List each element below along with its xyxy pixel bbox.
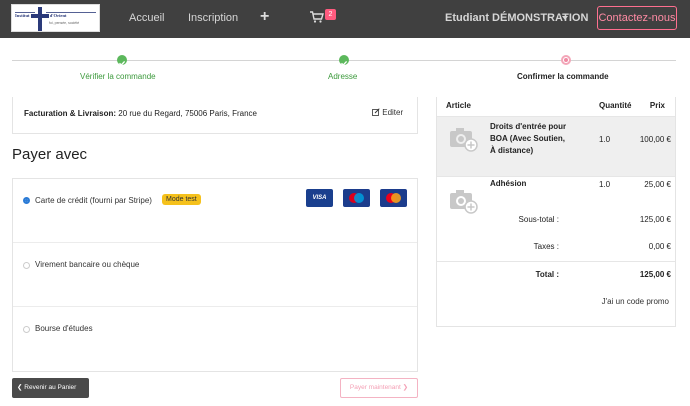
payment-option-scholarship[interactable]: Bourse d'études [13, 307, 417, 371]
test-mode-badge: Mode test [162, 194, 201, 205]
edit-icon [372, 108, 380, 116]
chevron-left-icon: ❮ [17, 384, 23, 391]
subtotal-label: Sous-total : [518, 215, 559, 224]
maestro-card-icon [343, 189, 370, 207]
item-quantity: 1.0 [599, 135, 611, 144]
header-quantity: Quantité [599, 101, 632, 110]
edit-address-link[interactable]: Editer [372, 108, 403, 117]
chevron-right-icon: ❯ [402, 384, 409, 391]
visa-card-icon: VISA [306, 189, 333, 207]
payment-option-label: Bourse d'études [35, 324, 93, 333]
total-divider [437, 261, 675, 262]
contact-button[interactable]: Contactez-nous [597, 6, 677, 30]
item-quantity: 1.0 [599, 180, 611, 189]
step-label-address[interactable]: Adresse [328, 72, 357, 81]
logo-subtitle: foi, pensée, société [49, 21, 80, 25]
site-logo[interactable]: Institut chrétiens d'Orient foi, pensée,… [11, 4, 100, 32]
billing-label: Facturation & Livraison: [24, 109, 117, 118]
radio-card[interactable] [23, 197, 30, 204]
top-navbar: Institut chrétiens d'Orient foi, pensée,… [0, 0, 690, 38]
nav-link-accueil[interactable]: Accueil [129, 12, 164, 24]
promo-code-link[interactable]: J'ai un code promo [602, 297, 669, 306]
taxes-label: Taxes : [533, 242, 559, 251]
pay-label: Payer maintenant [349, 384, 401, 391]
billing-address-box: Facturation & Livraison: 20 rue du Regar… [12, 97, 418, 134]
cart-count-badge: 2 [325, 9, 336, 20]
payment-option-label: Carte de crédit (fourni par Stripe) [35, 196, 152, 205]
edit-label: Editer [382, 108, 404, 117]
logo-title: Institut chrétiens d'Orient [15, 13, 67, 18]
total-label: Total : [535, 270, 559, 279]
billing-address: Facturation & Livraison: 20 rue du Regar… [24, 109, 257, 118]
order-summary: Article Quantité Prix Droits d'entrée po… [436, 97, 676, 327]
item-name: Droits d'entrée pour BOA (Avec Soutien, … [490, 122, 567, 155]
cart-icon[interactable] [310, 11, 324, 23]
logo-cross-icon [15, 7, 96, 31]
image-placeholder-icon [450, 128, 478, 152]
payment-option-label: Virement bancaire ou chèque [35, 260, 140, 269]
back-to-cart-button[interactable]: ❮ Revenir au Panier [12, 378, 89, 398]
payment-title: Payer avec [12, 146, 88, 163]
header-article: Article [446, 101, 471, 110]
taxes-value: 0,00 € [648, 242, 671, 251]
table-row: Droits d'entrée pour BOA (Avec Soutien, … [437, 116, 675, 176]
item-price: 100,00 € [639, 135, 671, 144]
radio-transfer[interactable] [23, 262, 30, 269]
step-done-check-icon [117, 55, 127, 66]
pay-now-button[interactable]: Payer maintenant ❯ [340, 378, 418, 398]
step-label-verify[interactable]: Vérifier la commande [80, 72, 156, 81]
step-label-confirm: Confirmer la commande [517, 72, 609, 81]
item-price: 25,00 € [644, 180, 671, 189]
header-price: Prix [649, 101, 665, 110]
image-placeholder-icon [450, 190, 478, 214]
nav-link-inscription[interactable]: Inscription [188, 12, 238, 24]
plus-icon[interactable]: + [260, 8, 269, 26]
payment-options: Carte de crédit (fourni par Stripe) Mode… [12, 178, 418, 372]
billing-address-value: 20 rue du Regard, 75006 Paris, France [116, 109, 257, 118]
chevron-down-icon[interactable] [562, 16, 568, 20]
total-value: 125,00 € [639, 270, 671, 279]
radio-scholarship[interactable] [23, 326, 30, 333]
mastercard-icon [380, 189, 407, 207]
subtotal-value: 125,00 € [639, 215, 671, 224]
payment-option-transfer[interactable]: Virement bancaire ou chèque [13, 243, 417, 307]
step-current-dot-icon [561, 55, 571, 65]
item-name: Adhésion [490, 179, 527, 188]
step-done-check-icon [339, 55, 349, 66]
back-label: Revenir au Panier [24, 384, 77, 391]
payment-option-card[interactable]: Carte de crédit (fourni par Stripe) Mode… [13, 179, 417, 243]
